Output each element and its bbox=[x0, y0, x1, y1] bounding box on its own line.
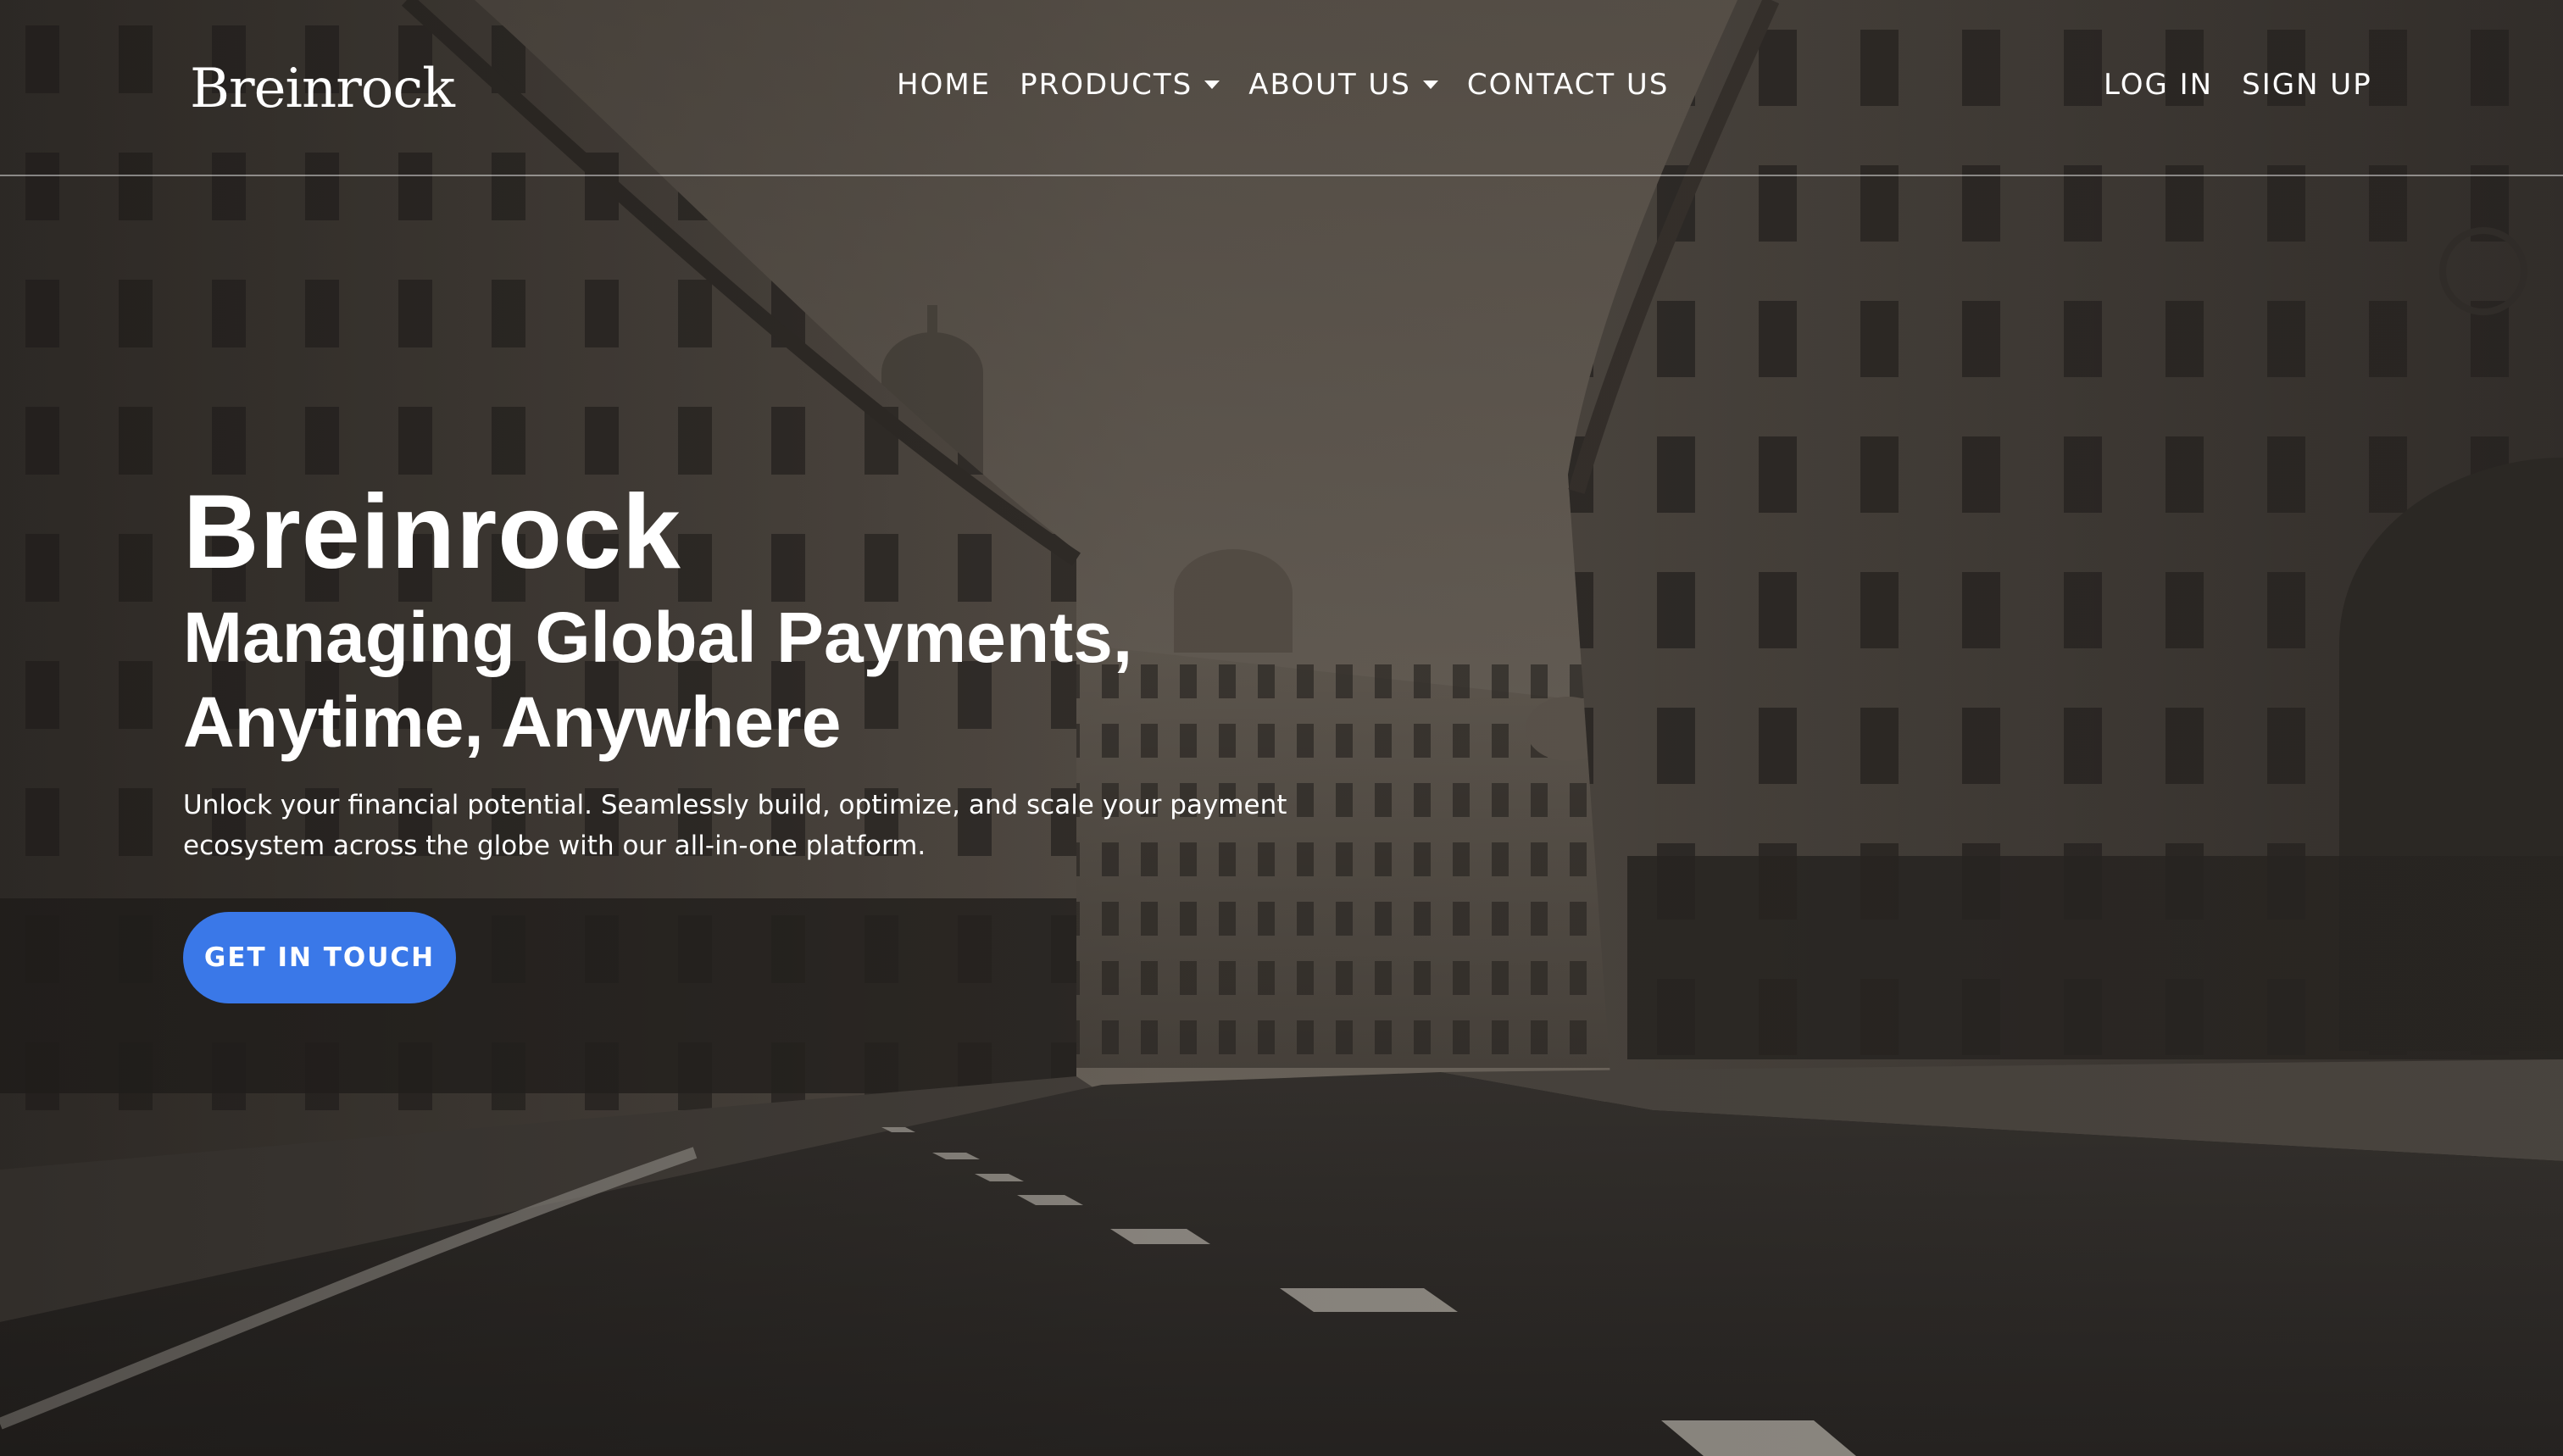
caret-down-icon bbox=[1204, 81, 1220, 89]
caret-down-icon bbox=[1422, 81, 1438, 89]
nav-products-label: PRODUCTS bbox=[1020, 68, 1193, 102]
get-in-touch-button[interactable]: GET IN TOUCH bbox=[183, 912, 456, 1003]
nav-home-link[interactable]: HOME bbox=[897, 68, 991, 102]
log-in-link[interactable]: LOG IN bbox=[2104, 68, 2213, 102]
brand-logo[interactable]: Breinrock bbox=[190, 58, 455, 120]
landing-page: Breinrock HOME PRODUCTS ABOUT US CONTACT… bbox=[0, 0, 2563, 1456]
hero-description: Unlock your financial potential. Seamles… bbox=[183, 790, 1287, 861]
nav-about-us-label: ABOUT US bbox=[1248, 68, 1411, 102]
main-nav: HOME PRODUCTS ABOUT US CONTACT US bbox=[897, 68, 1669, 102]
sign-up-link[interactable]: SIGN UP bbox=[2242, 68, 2372, 102]
hero-title: Breinrock bbox=[183, 474, 681, 591]
hero-section: Breinrock Managing Global Payments, Anyt… bbox=[183, 475, 1624, 1003]
navbar: Breinrock HOME PRODUCTS ABOUT US CONTACT… bbox=[0, 0, 2563, 176]
nav-products-dropdown[interactable]: PRODUCTS bbox=[1020, 68, 1220, 102]
nav-about-us-dropdown[interactable]: ABOUT US bbox=[1248, 68, 1438, 102]
auth-nav: LOG IN SIGN UP bbox=[2104, 68, 2372, 102]
hero-subtitle: Managing Global Payments, Anytime, Anywh… bbox=[183, 597, 1133, 762]
nav-contact-us-link[interactable]: CONTACT US bbox=[1467, 68, 1670, 102]
